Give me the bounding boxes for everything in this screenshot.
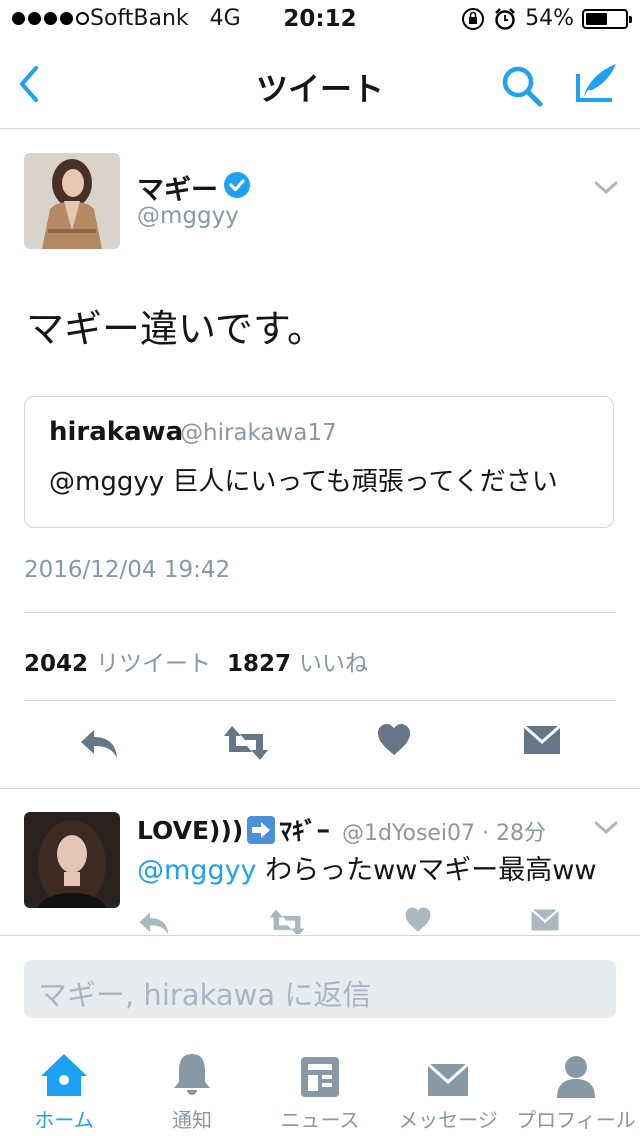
search-icon[interactable] [500,64,544,108]
tweet-stats: 2042 リツイート 1827 いいね [24,644,384,678]
retweet-icon[interactable] [222,722,270,764]
tab-home[interactable]: ホーム [0,1040,128,1133]
home-icon [41,1054,87,1096]
right-arrow-emoji-icon [247,816,276,844]
rotation-lock-icon [462,7,485,30]
divider [24,700,616,701]
reply-author-name-suffix: ﾏｷﾞｰ [279,817,330,846]
verified-badge-icon [224,172,250,198]
tweet-actions [0,722,640,768]
tweet-timestamp: 2016/12/04 19:42 [24,557,231,583]
quoted-tweet-text: @mggyy 巨人にいっても頑張ってください [49,467,558,497]
tab-bar: ホーム 通知 ニュース メッセージ プロフィール [0,1040,640,1136]
reply-author-name-prefix: LOVE))) [137,815,244,845]
reply-tweet-actions [0,904,640,934]
chevron-down-icon[interactable] [594,180,618,196]
like-count[interactable]: 1827 [227,651,291,677]
status-right: 54% [461,6,632,31]
direct-message-icon[interactable] [522,722,562,758]
divider [24,612,616,613]
news-icon [301,1057,339,1097]
mention-link[interactable]: @mggyy [137,855,257,886]
quoted-author-name: hirakawa [49,417,184,447]
reply-icon[interactable] [137,906,171,934]
envelope-icon [426,1062,470,1096]
reply-text-body: わらったwwマギー最高ww [256,855,597,886]
reply-input[interactable]: マギー, hirakawa に返信 [24,960,616,1018]
quoted-author-handle: @hirakawa17 [180,420,337,446]
author-name[interactable]: マギー [137,168,218,207]
alarm-icon [495,7,515,30]
reply-input-placeholder: マギー, hirakawa に返信 [38,978,372,1012]
tab-label: ニュース [280,1108,360,1132]
compose-tweet-icon[interactable] [572,60,620,106]
tab-messages[interactable]: メッセージ [384,1040,512,1133]
status-bar: SoftBank 4G 20:12 54% [0,0,640,42]
reply-author-name[interactable]: LOVE))) ﾏｷﾞｰ [137,812,329,848]
author-avatar[interactable] [24,153,120,249]
reply-tweet-text: @mggyy わらったwwマギー最高ww [137,848,596,887]
quoted-tweet[interactable]: hirakawa @hirakawa17 @mggyy 巨人にいっても頑張ってく… [24,396,614,528]
chevron-down-icon[interactable] [594,820,618,836]
tab-label: メッセージ [398,1108,498,1132]
retweet-icon[interactable] [268,906,306,934]
page-title: ツイート [255,70,384,108]
tweet-text: マギー違いです。 [26,307,326,351]
retweet-label[interactable]: リツイート [96,644,211,678]
tab-label: ホーム [34,1108,94,1132]
navigation-bar: ツイート [0,42,640,129]
tab-label: プロフィール [516,1108,636,1132]
battery-icon [582,8,632,29]
reply-author-handle-time[interactable]: @1dYosei07 · 28分 [342,815,546,847]
like-heart-icon[interactable] [376,722,412,758]
divider [0,788,640,789]
direct-message-icon[interactable] [530,906,560,934]
person-icon [557,1056,595,1098]
divider [0,935,640,936]
reply-author-avatar[interactable] [24,812,120,908]
reply-icon[interactable] [78,722,120,764]
author-handle[interactable]: @mggyy [137,203,239,229]
retweet-count[interactable]: 2042 [24,651,88,677]
like-heart-icon[interactable] [404,906,432,934]
tab-profile[interactable]: プロフィール [512,1040,640,1133]
tab-news[interactable]: ニュース [256,1040,384,1133]
tab-label: 通知 [172,1108,212,1132]
bell-icon [174,1054,210,1095]
like-label[interactable]: いいね [299,644,368,678]
battery-percent: 54% [525,6,574,31]
tab-notifications[interactable]: 通知 [128,1040,256,1133]
